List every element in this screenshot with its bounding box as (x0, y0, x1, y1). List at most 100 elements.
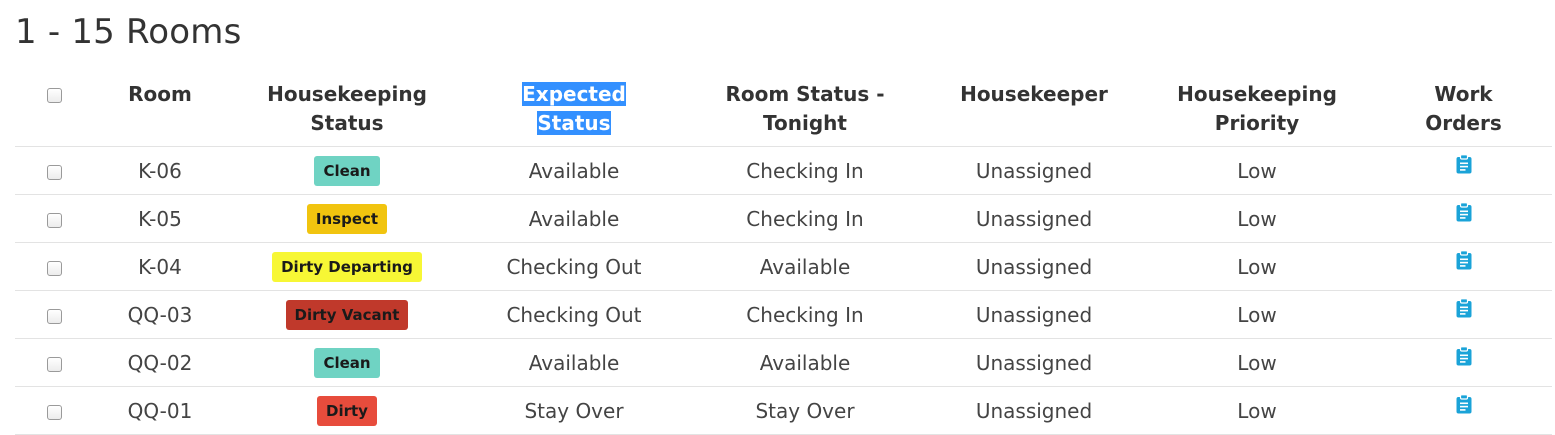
housekeeping-priority-text: Low (1237, 254, 1277, 279)
row-checkbox[interactable] (46, 164, 62, 180)
row-select-cell (15, 338, 93, 387)
housekeeping-status-cell: Clean (227, 338, 467, 387)
header-expected-status-line2: Status (537, 111, 611, 135)
expected-status-text: Available (528, 206, 620, 231)
row-checkbox[interactable] (46, 212, 62, 228)
header-housekeeper[interactable]: Housekeeper (929, 76, 1139, 147)
header-room-status-tonight-line1: Room Status - (725, 82, 885, 106)
housekeeper-cell[interactable]: Unassigned (929, 290, 1139, 339)
row-checkbox[interactable] (46, 260, 62, 276)
housekeeping-status-badge[interactable]: Dirty Vacant (285, 299, 409, 330)
housekeeping-priority-text: Low (1237, 398, 1277, 423)
room-status-tonight-text: Available (759, 254, 851, 279)
housekeeping-status-badge[interactable]: Dirty (317, 395, 377, 426)
room-status-tonight-cell: Checking In (681, 290, 929, 339)
expected-status-cell: Available (467, 338, 681, 387)
housekeeping-priority-cell[interactable]: Low (1139, 242, 1375, 291)
table-row[interactable]: K-06 Clean Available Checking In Unassig… (15, 146, 1552, 195)
room-cell[interactable]: K-04 (93, 242, 227, 291)
room-status-tonight-cell: Available (681, 242, 929, 291)
clipboard-icon[interactable] (1455, 298, 1473, 318)
clipboard-icon[interactable] (1455, 154, 1473, 174)
row-select-cell (15, 146, 93, 195)
work-orders-cell (1375, 146, 1552, 195)
header-housekeeping-priority-line1: Housekeeping (1177, 82, 1337, 106)
room-label: K-04 (138, 254, 182, 279)
housekeeper-cell[interactable]: Unassigned (929, 386, 1139, 435)
housekeeping-priority-cell[interactable]: Low (1139, 146, 1375, 195)
expected-status-cell: Available (467, 146, 681, 195)
expected-status-cell: Available (467, 194, 681, 243)
header-housekeeping-priority[interactable]: Housekeeping Priority (1139, 76, 1375, 147)
room-status-tonight-text: Checking In (746, 158, 864, 183)
room-label: K-06 (138, 158, 182, 183)
clipboard-icon[interactable] (1455, 346, 1473, 366)
room-cell[interactable]: K-05 (93, 194, 227, 243)
housekeeper-cell[interactable]: Unassigned (929, 194, 1139, 243)
housekeeping-status-badge[interactable]: Clean (314, 155, 380, 186)
room-status-tonight-cell: Available (681, 338, 929, 387)
expected-status-text: Available (528, 350, 620, 375)
table-row[interactable]: K-04 Dirty Departing Checking Out Availa… (15, 242, 1552, 291)
room-status-tonight-text: Available (759, 350, 851, 375)
room-label: QQ-03 (127, 302, 193, 327)
select-all-checkbox[interactable] (46, 88, 62, 103)
header-expected-status-line1: Expected (522, 82, 626, 106)
housekeeping-priority-cell[interactable]: Low (1139, 338, 1375, 387)
header-work-orders[interactable]: Work Orders (1375, 76, 1552, 147)
room-cell[interactable]: QQ-01 (93, 386, 227, 435)
work-orders-cell (1375, 338, 1552, 387)
housekeeping-status-badge[interactable]: Inspect (306, 203, 388, 234)
housekeeper-cell[interactable]: Unassigned (929, 338, 1139, 387)
housekeeping-status-badge[interactable]: Clean (314, 347, 380, 378)
room-cell[interactable]: QQ-02 (93, 338, 227, 387)
header-room[interactable]: Room (93, 76, 227, 147)
room-status-tonight-text: Checking In (746, 206, 864, 231)
housekeeping-status-cell: Clean (227, 146, 467, 195)
housekeeper-cell[interactable]: Unassigned (929, 242, 1139, 291)
room-label: K-05 (138, 206, 182, 231)
room-status-tonight-text: Checking In (746, 302, 864, 327)
room-cell[interactable]: QQ-03 (93, 290, 227, 339)
table-header-row: Room Housekeeping Status Expected Status… (15, 76, 1552, 147)
header-room-status-tonight[interactable]: Room Status - Tonight (681, 76, 929, 147)
housekeeping-priority-cell[interactable]: Low (1139, 194, 1375, 243)
housekeeping-status-cell: Inspect (227, 194, 467, 243)
expected-status-text: Stay Over (524, 398, 624, 423)
housekeeping-status-badge[interactable]: Dirty Departing (272, 251, 422, 282)
row-checkbox[interactable] (46, 308, 62, 324)
header-room-label: Room (128, 82, 192, 106)
housekeeping-priority-cell[interactable]: Low (1139, 386, 1375, 435)
header-room-status-tonight-line2: Tonight (763, 111, 847, 135)
table-row[interactable]: K-05 Inspect Available Checking In Unass… (15, 194, 1552, 243)
header-housekeeping-status-line2: Status (310, 111, 384, 135)
expected-status-cell: Checking Out (467, 290, 681, 339)
housekeeper-text: Unassigned (975, 254, 1093, 279)
housekeeper-text: Unassigned (975, 206, 1093, 231)
header-expected-status[interactable]: Expected Status (467, 76, 681, 147)
row-checkbox[interactable] (46, 356, 62, 372)
housekeeper-cell[interactable]: Unassigned (929, 146, 1139, 195)
row-select-cell (15, 242, 93, 291)
room-status-tonight-cell: Stay Over (681, 386, 929, 435)
clipboard-icon[interactable] (1455, 250, 1473, 270)
room-status-tonight-text: Stay Over (755, 398, 855, 423)
housekeeping-priority-cell[interactable]: Low (1139, 290, 1375, 339)
table-row[interactable]: QQ-01 Dirty Stay Over Stay Over Unassign… (15, 386, 1552, 435)
table-row[interactable]: QQ-02 Clean Available Available Unassign… (15, 338, 1552, 387)
housekeeper-text: Unassigned (975, 158, 1093, 183)
housekeeping-status-cell: Dirty Departing (227, 242, 467, 291)
clipboard-icon[interactable] (1455, 202, 1473, 222)
work-orders-cell (1375, 290, 1552, 339)
room-cell[interactable]: K-06 (93, 146, 227, 195)
housekeeping-status-cell: Dirty Vacant (227, 290, 467, 339)
clipboard-icon[interactable] (1455, 394, 1473, 414)
row-checkbox[interactable] (46, 404, 62, 420)
header-housekeeping-status[interactable]: Housekeeping Status (227, 76, 467, 147)
housekeeper-text: Unassigned (975, 302, 1093, 327)
expected-status-cell: Stay Over (467, 386, 681, 435)
row-select-cell (15, 290, 93, 339)
header-work-orders-line1: Work (1434, 82, 1493, 106)
header-work-orders-line2: Orders (1425, 111, 1502, 135)
table-row[interactable]: QQ-03 Dirty Vacant Checking Out Checking… (15, 290, 1552, 339)
